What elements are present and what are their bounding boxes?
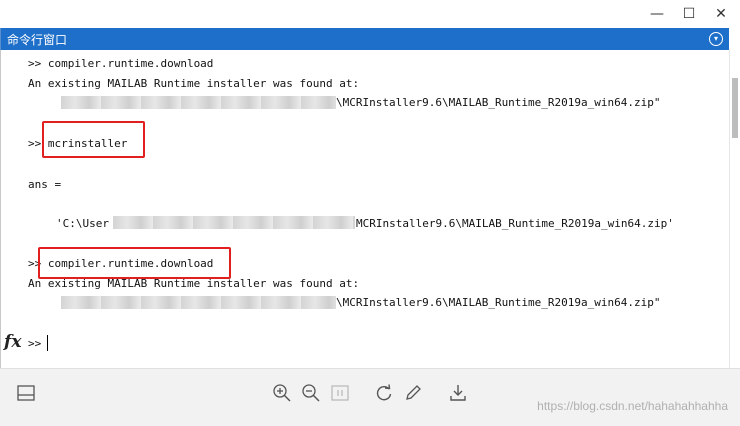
console-line: >> compiler.runtime.download: [28, 57, 214, 70]
fx-icon[interactable]: fx: [4, 332, 21, 352]
zoom-in-icon[interactable]: [272, 383, 292, 403]
bottom-toolbar: https://blog.csdn.net/hahahahhahha: [0, 368, 740, 426]
redacted-path: [113, 216, 355, 229]
chevron-down-circle-icon[interactable]: ▾: [709, 32, 723, 46]
panel-title: 命令行窗口: [7, 33, 68, 47]
scrollbar-thumb[interactable]: [732, 78, 738, 138]
console-line: ans =: [28, 178, 62, 191]
console-gutter: [1, 50, 23, 368]
rotate-icon[interactable]: [374, 383, 394, 403]
console-line: \MCRInstaller9.6\MAILAB_Runtime_R2019a_w…: [336, 296, 661, 309]
zoom-out-icon[interactable]: [301, 383, 321, 403]
highlight-box: [42, 121, 145, 158]
current-prompt: >>: [28, 337, 42, 350]
highlight-box: [38, 247, 231, 279]
maximize-button[interactable]: ☐: [677, 4, 701, 24]
title-bar: — ☐ ✕: [0, 0, 740, 28]
watermark: https://blog.csdn.net/hahahahhahha: [537, 399, 728, 413]
redacted-path: [61, 296, 336, 309]
redacted-path: [61, 96, 336, 109]
close-button[interactable]: ✕: [709, 4, 733, 24]
console-line: \MCRInstaller9.6\MAILAB_Runtime_R2019a_w…: [336, 96, 661, 109]
text-cursor: [47, 335, 48, 351]
command-window-header: 命令行窗口 ▾: [0, 28, 729, 50]
console-line: An existing MAILAB Runtime installer was…: [28, 277, 360, 290]
command-window-console[interactable]: >> compiler.runtime.download An existing…: [0, 50, 725, 368]
console-line: MCRInstaller9.6\MAILAB_Runtime_R2019a_wi…: [356, 217, 674, 230]
pencil-icon[interactable]: [403, 383, 423, 403]
vertical-scrollbar[interactable]: [729, 50, 740, 368]
layout-icon[interactable]: [16, 383, 36, 403]
console-line: An existing MAILAB Runtime installer was…: [28, 77, 360, 90]
download-icon[interactable]: [448, 383, 468, 403]
console-line: 'C:\User: [56, 217, 109, 230]
actual-size-icon: [331, 385, 349, 401]
minimize-button[interactable]: —: [645, 4, 669, 24]
